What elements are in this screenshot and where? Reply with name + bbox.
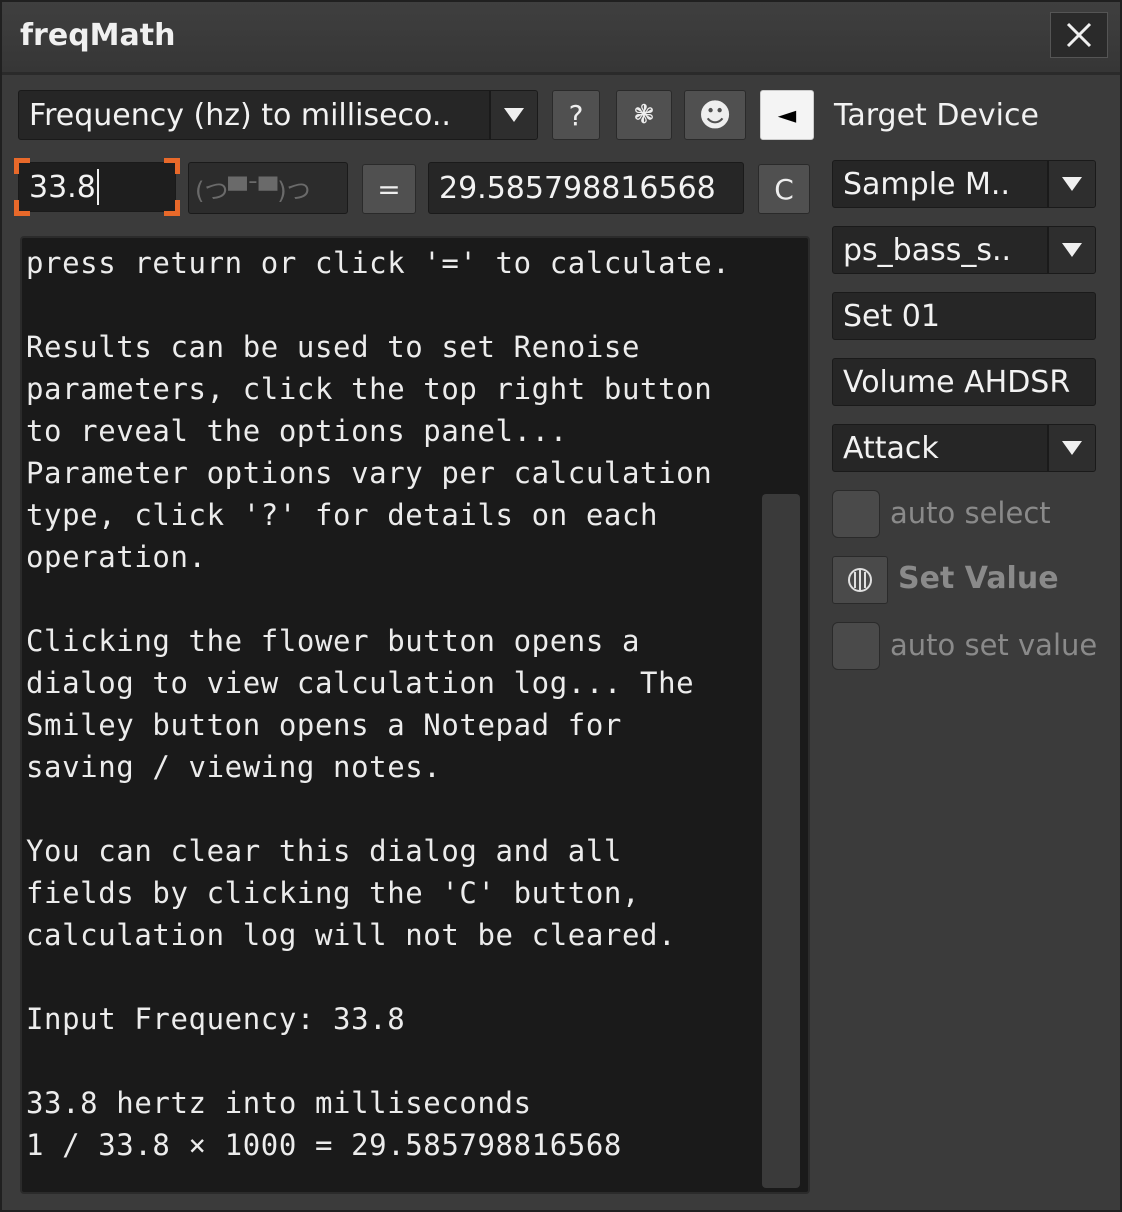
focus-corner-tl [14,158,30,174]
instrument-select-value: Sample M.. [843,166,1010,202]
console-text: press return or click '=' to calculate. … [26,246,731,1162]
device-select[interactable]: ps_bass_s.. [832,226,1096,274]
param-select[interactable]: Attack [832,424,1096,472]
set-field[interactable]: Set 01 [832,292,1096,340]
smiley-icon: ☻ [698,96,732,134]
options-toggle-button[interactable]: ◄ [760,90,814,140]
chevron-down-icon[interactable] [1047,161,1095,207]
instrument-select[interactable]: Sample M.. [832,160,1096,208]
frequency-input[interactable]: 33.8 [18,162,176,212]
equals-button-label: = [377,172,401,206]
flower-icon: ❃ [633,100,655,130]
close-button[interactable] [1050,12,1108,58]
auto-select-label: auto select [890,496,1051,530]
console-scrollbar[interactable] [760,492,802,1192]
mode-select-value: Frequency (hz) to milliseco.. [29,97,451,133]
frequency-input-value: 33.8 [29,169,96,205]
equals-button[interactable]: = [362,164,416,214]
chevron-down-icon[interactable] [1047,227,1095,273]
set-value-label: Set Value [898,561,1059,596]
param-select-value: Attack [843,430,939,466]
text-cursor [96,169,99,205]
log-button[interactable]: ❃ [616,90,672,140]
focus-corner-bl [14,200,30,216]
close-icon [1066,22,1092,48]
parameter-field[interactable]: Volume AHDSR [832,358,1096,406]
focus-corner-br [164,200,180,216]
triangle-left-icon: ◄ [777,101,797,129]
device-select-value: ps_bass_s.. [843,232,1012,268]
mode-select[interactable]: Frequency (hz) to milliseco.. [18,90,538,140]
window-title: freqMath [20,18,176,53]
help-button-label: ? [568,98,584,132]
focus-corner-tr [164,158,180,174]
chevron-down-icon[interactable] [489,91,537,139]
auto-select-checkbox[interactable] [832,490,880,538]
scrollbar-thumb[interactable] [762,494,800,1188]
set-field-value: Set 01 [843,298,940,334]
options-heading: Target Device [834,98,1039,133]
input-field-wrapper: 33.8 [14,158,180,216]
result-value: 29.585798816568 [439,170,716,206]
title-bar: freqMath [2,2,1120,75]
emoticon-field: (つ▀¯▀)つ [188,162,348,214]
output-console: press return or click '=' to calculate. … [20,236,810,1194]
parameter-field-value: Volume AHDSR [843,364,1071,400]
help-button[interactable]: ? [552,90,600,140]
freqmath-window: freqMath Frequency (hz) to milliseco.. ?… [0,0,1122,1212]
clear-button[interactable]: C [758,164,810,214]
target-icon [848,568,872,592]
clear-button-label: C [774,172,794,206]
chevron-down-icon[interactable] [1047,425,1095,471]
notes-button[interactable]: ☻ [684,90,746,140]
auto-set-value-label: auto set value [890,628,1098,662]
result-field[interactable]: 29.585798816568 [428,162,744,214]
set-value-button[interactable] [832,556,888,604]
emoticon-text: (つ▀¯▀)つ [195,176,311,205]
auto-set-value-checkbox[interactable] [832,622,880,670]
